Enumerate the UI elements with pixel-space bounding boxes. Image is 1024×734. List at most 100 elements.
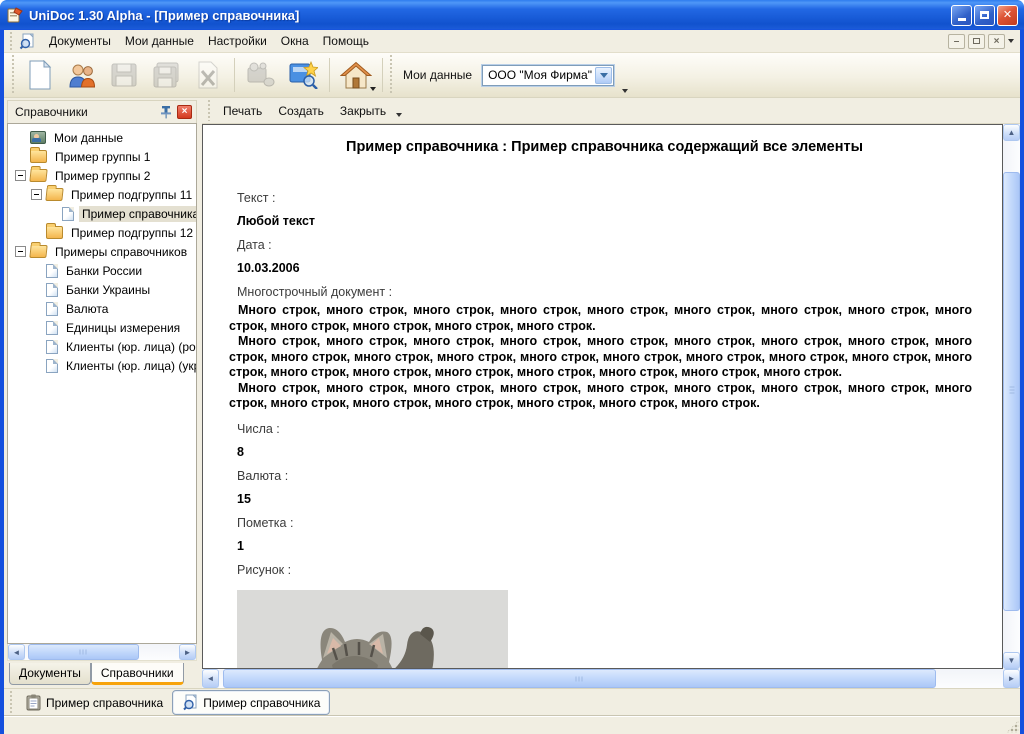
tree-item-units[interactable]: Единицы измерения [8,318,196,337]
tree-item-label: Банки России [63,263,145,279]
home-button[interactable] [335,56,377,94]
document-icon [46,302,58,316]
scroll-right-button[interactable]: ► [1003,669,1020,688]
tree-item-banks-ukraine[interactable]: Банки Украины [8,280,196,299]
document-icon [46,283,58,297]
pin-icon[interactable] [159,105,173,119]
doc-toolbar-grip[interactable] [207,100,212,121]
scroll-down-button[interactable]: ▼ [1003,652,1020,669]
collapse-expander[interactable] [15,170,26,181]
users-button[interactable] [61,56,103,94]
menu-windows[interactable]: Окна [274,31,316,51]
menu-help[interactable]: Помощь [316,31,376,51]
machine-icon [246,62,276,88]
tree-item-label: Банки Украины [63,282,153,298]
toolbar-grip[interactable] [11,55,16,95]
tree-item-reference-examples[interactable]: Примеры справочников [8,242,196,261]
window-frame: UniDoc 1.30 Alpha - [Пример справочника]… [0,0,1024,734]
save-button[interactable] [103,56,145,94]
expander-slot [47,208,58,219]
scrollbar-track[interactable] [219,669,1003,688]
scroll-left-button[interactable]: ◄ [202,669,219,688]
new-document-icon [27,60,53,90]
scrollbar-track[interactable] [1003,141,1020,652]
toolbar-overflow-caret[interactable] [622,89,628,93]
save-all-button[interactable] [145,56,187,94]
tree-item-group1[interactable]: Пример группы 1 [8,147,196,166]
close-button[interactable]: ✕ [997,5,1018,26]
toolbar-grip2[interactable] [389,55,394,95]
close-icon: ✕ [1003,10,1012,21]
menu-my-data[interactable]: Мои данные [118,31,201,51]
company-combobox[interactable]: ООО "Моя Фирма" [482,65,614,86]
save-icon [110,62,138,88]
scrollbar-track[interactable] [25,644,179,660]
machine-button[interactable] [240,56,282,94]
minimize-button[interactable] [951,5,972,26]
scrollbar-thumb[interactable] [28,644,139,660]
mdi-minimize-button[interactable]: – [948,34,965,49]
tree-item-clients-ukr[interactable]: Клиенты (юр. лица) (укр. [8,356,196,375]
home-dropdown-caret[interactable] [370,87,376,91]
menubar-overflow-caret[interactable] [1008,39,1014,43]
sidebar-title: Справочники [15,105,159,119]
doc-toolbar-overflow-caret[interactable] [396,113,402,117]
create-button[interactable]: Создать [270,101,332,121]
scroll-left-button[interactable]: ◄ [8,644,25,660]
tree-item-group2[interactable]: Пример группы 2 [8,166,196,185]
taskbar-grip[interactable] [9,691,14,714]
folder-icon [46,226,63,239]
resize-grip[interactable] [1006,720,1019,733]
close-doc-button[interactable]: Закрыть [332,101,394,121]
new-document-button[interactable] [19,56,61,94]
tree-item-label: Единицы измерения [63,320,183,336]
mdi-restore-button[interactable] [968,34,985,49]
tree-item-clients-rus[interactable]: Клиенты (юр. лица) (рос. [8,337,196,356]
task-item-document[interactable]: Пример справочника [17,691,172,714]
scrollbar-thumb[interactable] [223,669,936,688]
sidebar-horizontal-scrollbar[interactable]: ◄ ► [7,644,197,661]
tab-documents[interactable]: Документы [9,663,91,685]
menu-documents[interactable]: Документы [42,31,118,51]
task-item-label: Пример справочника [46,696,163,710]
structure-button[interactable] [282,56,324,94]
date-field-label: Дата : [237,238,972,252]
tree-item-my-data[interactable]: Мои данные [8,128,196,147]
document-search-icon [182,694,198,711]
content-horizontal-scrollbar[interactable]: ◄ ► [202,669,1020,688]
menubar-grip[interactable] [9,32,14,50]
scroll-right-button[interactable]: ► [179,644,196,660]
document-heading: Пример справочника : Пример справочника … [237,139,972,155]
multiline-paragraph-3: Много строк, много строк, много строк, м… [229,381,972,412]
mdi-restore-icon [973,38,980,44]
status-bar [4,716,1020,734]
kitten-photo [237,590,508,670]
sidebar-close-button[interactable]: × [177,105,192,119]
mdi-close-button[interactable]: × [988,34,1005,49]
collapse-expander[interactable] [31,189,42,200]
scroll-up-button[interactable]: ▲ [1003,124,1020,141]
expander-slot [15,151,26,162]
document-view: Пример справочника : Пример справочника … [202,124,1020,669]
tree-item-subgroup11[interactable]: Пример подгруппы 11 [8,185,196,204]
combobox-dropdown-button[interactable] [595,67,612,84]
numbers-field-value: 8 [237,445,972,459]
menu-settings[interactable]: Настройки [201,31,274,51]
task-item-reference[interactable]: Пример справочника [172,690,330,715]
text-field-value: Любой текст [237,214,972,228]
document-icon [62,207,74,221]
tree-item-banks-russia[interactable]: Банки России [8,261,196,280]
tab-references[interactable]: Справочники [91,663,184,685]
print-button[interactable]: Печать [215,101,270,121]
tree-item-subgroup12[interactable]: Пример подгруппы 12 [8,223,196,242]
numbers-field-label: Числа : [237,422,972,436]
content-vertical-scrollbar[interactable]: ▲ ▼ [1003,124,1020,669]
toolbar-separator [382,58,383,92]
collapse-expander[interactable] [15,246,26,257]
tree-item-label: Пример группы 1 [52,149,153,165]
maximize-button[interactable] [974,5,995,26]
tree-item-currency[interactable]: Валюта [8,299,196,318]
delete-button[interactable] [187,56,229,94]
scrollbar-thumb[interactable] [1003,172,1020,611]
tree-item-example-reference[interactable]: Пример справочника [8,204,196,223]
